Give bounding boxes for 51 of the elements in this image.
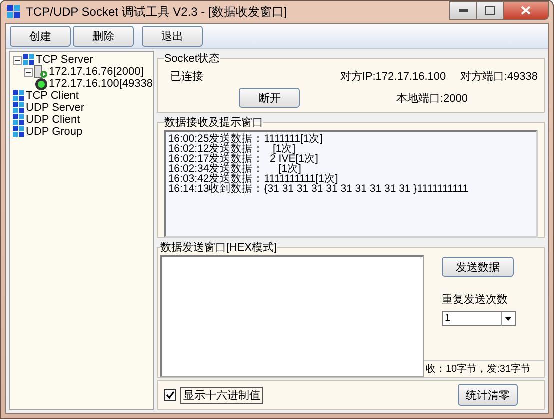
log-line: 16:02:17发送数据： 2 IVE[1次] — [168, 154, 320, 164]
connection-icon — [35, 78, 48, 90]
tree-item[interactable]: UDP Client — [26, 114, 80, 126]
window-title: TCP/UDP Socket 调试工具 V2.3 - [数据收发窗口] — [26, 4, 288, 20]
grid-icon — [13, 126, 25, 138]
log-line: 16:02:34发送数据： [1次] — [168, 164, 302, 174]
close-button[interactable] — [503, 1, 549, 20]
tree-item[interactable]: TCP Server — [36, 54, 94, 66]
grid-icon — [13, 102, 25, 114]
server-icon — [34, 65, 48, 79]
send-button[interactable]: 发送数据 — [442, 257, 514, 277]
checkbox-label[interactable]: 显示十六进制值 — [180, 386, 264, 404]
expander-icon[interactable] — [24, 68, 33, 76]
group-title: Socket状态 — [164, 52, 220, 66]
peer-ip: 对方IP:172.17.16.100 — [340, 70, 448, 84]
maximize-icon — [485, 6, 495, 15]
group-title: 数据发送窗口[HEX模式] — [160, 240, 278, 255]
connection-state: 已连接 — [170, 70, 204, 84]
tree-item[interactable]: 172.17.16.100[49338] — [49, 78, 154, 90]
grid-icon — [13, 90, 25, 102]
local-port: 本地端口:2000 — [396, 92, 468, 106]
tree-item[interactable]: UDP Group — [26, 126, 83, 138]
disconnect-button[interactable]: 断开 — [239, 88, 300, 108]
close-icon — [521, 6, 531, 15]
tree-item[interactable]: 172.17.16.76[2000] — [49, 66, 144, 78]
minimize-button[interactable] — [449, 1, 477, 20]
app-icon — [7, 5, 21, 19]
peer-port: 对方端口:49338 — [460, 70, 538, 84]
send-text-area[interactable] — [160, 255, 424, 377]
maximize-button[interactable] — [476, 1, 504, 20]
repeat-label: 重复发送次数 — [442, 293, 509, 307]
log-line: 16:02:12发送数据： [1次] — [168, 144, 296, 154]
repeat-count-dropdown[interactable]: 1 — [442, 311, 516, 326]
minimize-icon — [458, 9, 468, 12]
receive-log[interactable]: 16:00:25发送数据：1111111[1次] 16:02:12发送数据： [1次] 16:02:17发送数据： 2 IVE[1次] 16:02:34发送数据： [1次] 16:03:42发送数据：1111111111[1次] 16:14:13收到数据：{31 31 31 31 31 31 31 31 31 31 }1111111111 — [164, 130, 538, 238]
log-line: 16:14:13收到数据：{31 31 31 31 31 31 31 31 31 31 }1111111111 — [168, 184, 470, 194]
tree-item[interactable]: UDP Server — [26, 102, 84, 114]
group-title: 数据接收及提示窗口 — [164, 116, 264, 130]
stats-text: 收：10字节，发:31字节 — [424, 360, 544, 377]
expander-icon[interactable] — [13, 56, 22, 64]
toolbar-button[interactable]: 删除 — [73, 26, 134, 46]
tree-item[interactable]: TCP Client — [26, 90, 79, 102]
grid-icon — [23, 54, 35, 66]
clear-stats-button[interactable]: 统计清零 — [458, 384, 518, 406]
log-line: 16:03:42发送数据：1111111111[1次] — [168, 174, 340, 184]
checkbox[interactable] — [164, 389, 176, 401]
toolbar-button[interactable]: 创建 — [10, 26, 71, 46]
grid-icon — [13, 114, 25, 126]
dropdown-arrow-icon[interactable] — [501, 312, 515, 326]
log-line: 16:00:25发送数据：1111111[1次] — [168, 134, 324, 144]
toolbar-button[interactable]: 退出 — [142, 26, 203, 46]
